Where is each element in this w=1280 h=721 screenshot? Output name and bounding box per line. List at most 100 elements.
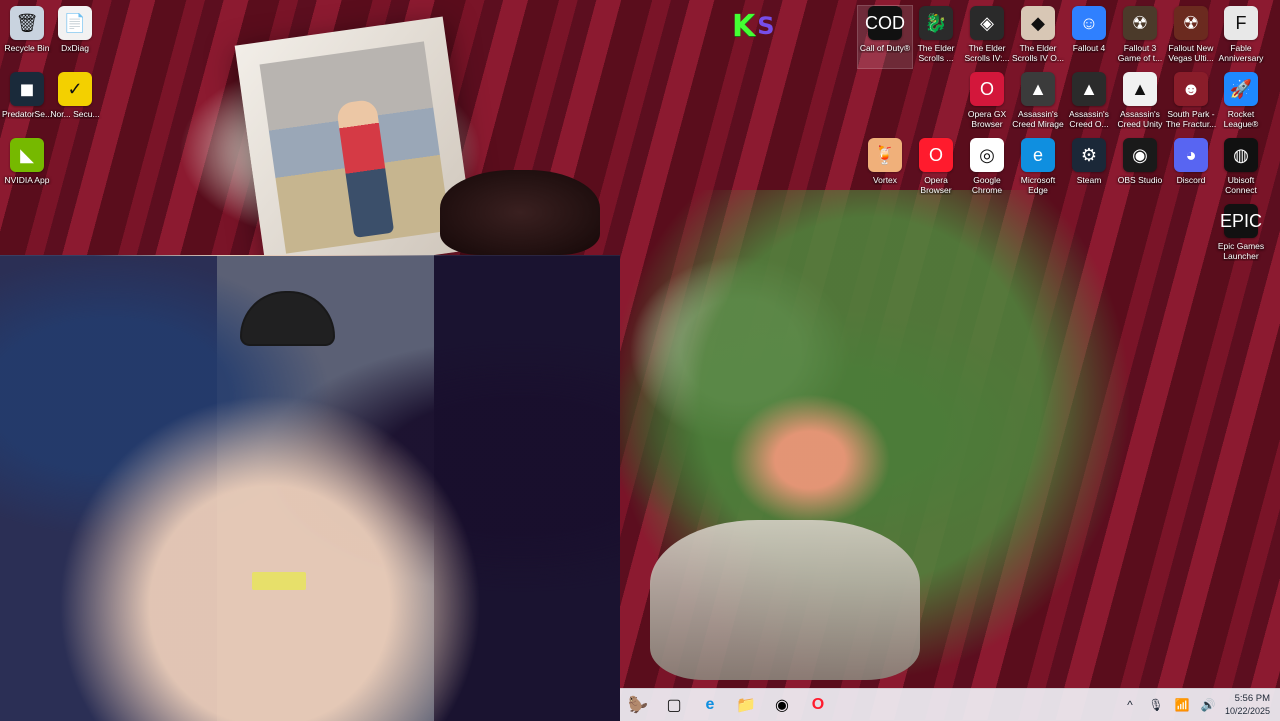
assassins-creed-origins-icon: ▲ bbox=[1072, 72, 1106, 106]
desktop-shortcut-label: Google Chrome bbox=[971, 175, 1003, 195]
desktop-shortcut-label: Nor... Secu... bbox=[50, 109, 100, 119]
google-chrome-icon: ◎ bbox=[970, 138, 1004, 172]
desktop-shortcut-label: Ubisoft Connect bbox=[1225, 175, 1257, 195]
desktop-shortcut-label: Call of Duty® bbox=[859, 43, 911, 53]
opera-gx-icon: O bbox=[970, 72, 1004, 106]
tray-overflow-button[interactable]: ^ bbox=[1121, 696, 1139, 714]
desktop-shortcut-fallout-new-vegas-icon[interactable]: ☢ Fallout New Vegas Ulti... bbox=[1164, 6, 1218, 68]
dxdiag-icon: 📄 bbox=[58, 6, 92, 40]
desktop-shortcut-label: Discord bbox=[1176, 175, 1206, 185]
desktop-shortcut-label: Fallout New Vegas Ulti... bbox=[1168, 43, 1214, 63]
desktop-shortcut-label: Assassin's Creed Mirage bbox=[1012, 109, 1064, 129]
beaver-button[interactable]: 🦫 bbox=[624, 691, 652, 719]
desktop-shortcut-obs-studio-icon[interactable]: ◉ OBS Studio bbox=[1113, 138, 1167, 200]
desktop-shortcut-microsoft-edge-icon[interactable]: e Microsoft Edge bbox=[1011, 138, 1065, 200]
microsoft-edge-icon: e bbox=[1021, 138, 1055, 172]
desktop-shortcut-label: Opera Browser bbox=[920, 175, 952, 195]
desktop-shortcut-predatorsense-icon[interactable]: ◼ PredatorSe... bbox=[0, 72, 54, 134]
oblivion-remastered-icon: ◆ bbox=[1021, 6, 1055, 40]
desktop-shortcut-assassins-creed-mirage-icon[interactable]: ▲ Assassin's Creed Mirage bbox=[1011, 72, 1065, 134]
elder-scrolls-icon: 🐉 bbox=[919, 6, 953, 40]
beaver-icon: 🦫 bbox=[628, 697, 648, 714]
opera-taskbar-button[interactable]: O bbox=[804, 691, 832, 719]
desktop-shortcut-google-chrome-icon[interactable]: ◎ Google Chrome bbox=[960, 138, 1014, 200]
desktop-shortcut-label: Vortex bbox=[872, 175, 898, 185]
desktop-shortcut-assassins-creed-unity-icon[interactable]: ▲ Assassin's Creed Unity bbox=[1113, 72, 1167, 134]
desktop-shortcut-label: Opera GX Browser bbox=[967, 109, 1007, 129]
desktop-shortcut-rocket-league-icon[interactable]: 🚀 Rocket League® bbox=[1214, 72, 1268, 134]
desktop-shortcut-dxdiag-icon[interactable]: 📄 DxDiag bbox=[48, 6, 102, 68]
epic-games-icon: EPIC bbox=[1220, 204, 1262, 238]
fallout-new-vegas-icon: ☢ bbox=[1174, 6, 1208, 40]
desktop-shortcut-label: The Elder Scrolls IV O... bbox=[1012, 43, 1064, 63]
south-park-icon: ☻ bbox=[1174, 72, 1208, 106]
desktop-shortcut-nvidia-icon[interactable]: ◣ NVIDIA App bbox=[0, 138, 54, 200]
edge-taskbar-icon: e bbox=[705, 696, 715, 713]
desktop-shortcut-label: The Elder Scrolls ... bbox=[917, 43, 955, 63]
vortex-icon: 🍹 bbox=[868, 138, 902, 172]
file-explorer-button[interactable]: 📁 bbox=[732, 691, 760, 719]
desktop-shortcut-epic-games-icon[interactable]: EPIC Epic Games Launcher bbox=[1214, 204, 1268, 266]
desktop-shortcut-label: The Elder Scrolls IV:... bbox=[964, 43, 1010, 63]
microphone-button[interactable]: 🎙 bbox=[1147, 696, 1165, 714]
k-letter: K bbox=[732, 8, 756, 44]
fallout3-icon: ☢ bbox=[1123, 6, 1157, 40]
wifi-button[interactable]: 📶 bbox=[1173, 696, 1191, 714]
desktop-shortcut-label: Rocket League® bbox=[1223, 109, 1259, 129]
desktop-shortcut-recycle-bin-icon[interactable]: 🗑 Recycle Bin bbox=[0, 6, 54, 68]
k-s-overlay: K S bbox=[732, 6, 794, 46]
desktop-shortcut-label: Fable Anniversary bbox=[1218, 43, 1264, 63]
desktop-shortcut-label: Assassin's Creed Unity bbox=[1117, 109, 1163, 129]
vase bbox=[650, 520, 920, 680]
desktop-shortcut-assassins-creed-origins-icon[interactable]: ▲ Assassin's Creed O... bbox=[1062, 72, 1116, 134]
clock[interactable]: 5:56 PM 10/22/2025 bbox=[1225, 693, 1270, 717]
desktop-shortcut-label: Epic Games Launcher bbox=[1217, 241, 1265, 261]
fallout4-icon: ☺ bbox=[1072, 6, 1106, 40]
desktop-shortcut-fallout3-icon[interactable]: ☢ Fallout 3 Game of t... bbox=[1113, 6, 1167, 68]
volume-button[interactable]: 🔊 bbox=[1199, 696, 1217, 714]
desktop-shortcut-opera-browser-icon[interactable]: O Opera Browser bbox=[909, 138, 963, 200]
nvidia-icon: ◣ bbox=[10, 138, 44, 172]
desktop-shortcut-norton-icon[interactable]: ✓ Nor... Secu... bbox=[48, 72, 102, 134]
predatorsense-icon: ◼ bbox=[10, 72, 44, 106]
desktop-shortcut-label: Recycle Bin bbox=[4, 43, 50, 53]
desktop-shortcut-label: Steam bbox=[1076, 175, 1102, 185]
edge-taskbar-button[interactable]: e bbox=[696, 691, 724, 719]
webcam-cap-tape bbox=[252, 572, 306, 590]
urn bbox=[440, 170, 600, 255]
desktop-shortcut-fable-icon[interactable]: F Fable Anniversary bbox=[1214, 6, 1268, 68]
oblivion-icon: ◈ bbox=[970, 6, 1004, 40]
ubisoft-connect-icon: ◍ bbox=[1224, 138, 1258, 172]
taskbar-apps: 🦫 ▢ e 📁 ◉ O bbox=[624, 691, 832, 719]
desktop-shortcut-label: DxDiag bbox=[61, 43, 89, 53]
desktop-shortcut-label: Assassin's Creed O... bbox=[1069, 109, 1109, 129]
desktop-shortcut-oblivion-remastered-icon[interactable]: ◆ The Elder Scrolls IV O... bbox=[1011, 6, 1065, 68]
desktop-shortcut-label: PredatorSe... bbox=[1, 109, 53, 119]
picture-frame-person bbox=[335, 98, 395, 238]
volume-icon: 🔊 bbox=[1200, 698, 1216, 712]
obs-studio-icon: ◉ bbox=[1123, 138, 1157, 172]
desktop-shortcut-label: NVIDIA App bbox=[4, 175, 50, 185]
desktop-shortcut-steam-icon[interactable]: ⚙ Steam bbox=[1062, 138, 1116, 200]
obs-taskbar-button[interactable]: ◉ bbox=[768, 691, 796, 719]
call-of-duty-icon: COD bbox=[865, 6, 905, 40]
steam-icon: ⚙ bbox=[1072, 138, 1106, 172]
desktop-shortcut-oblivion-icon[interactable]: ◈ The Elder Scrolls IV:... bbox=[960, 6, 1014, 68]
assassins-creed-mirage-icon: ▲ bbox=[1021, 72, 1055, 106]
desktop-shortcut-south-park-icon[interactable]: ☻ South Park - The Fractur... bbox=[1164, 72, 1218, 134]
desktop-shortcut-label: OBS Studio bbox=[1117, 175, 1163, 185]
desktop-shortcut-label: Fallout 4 bbox=[1072, 43, 1106, 53]
obs-taskbar-icon: ◉ bbox=[775, 697, 789, 714]
desktop-shortcut-opera-gx-icon[interactable]: O Opera GX Browser bbox=[960, 72, 1014, 134]
desktop-shortcut-call-of-duty-icon[interactable]: COD Call of Duty® bbox=[857, 5, 913, 69]
desktop-shortcut-ubisoft-connect-icon[interactable]: ◍ Ubisoft Connect bbox=[1214, 138, 1268, 200]
microphone-icon: 🎙 bbox=[1148, 698, 1164, 712]
desktop-shortcut-elder-scrolls-icon[interactable]: 🐉 The Elder Scrolls ... bbox=[909, 6, 963, 68]
desktop-shortcut-fallout4-icon[interactable]: ☺ Fallout 4 bbox=[1062, 6, 1116, 68]
desktop-shortcut-vortex-icon[interactable]: 🍹 Vortex bbox=[858, 138, 912, 200]
task-view-button[interactable]: ▢ bbox=[660, 691, 688, 719]
wifi-icon: 📶 bbox=[1174, 698, 1190, 712]
opera-browser-icon: O bbox=[919, 138, 953, 172]
task-view-icon: ▢ bbox=[666, 697, 682, 714]
desktop-shortcut-discord-icon[interactable]: ◕ Discord bbox=[1164, 138, 1218, 200]
